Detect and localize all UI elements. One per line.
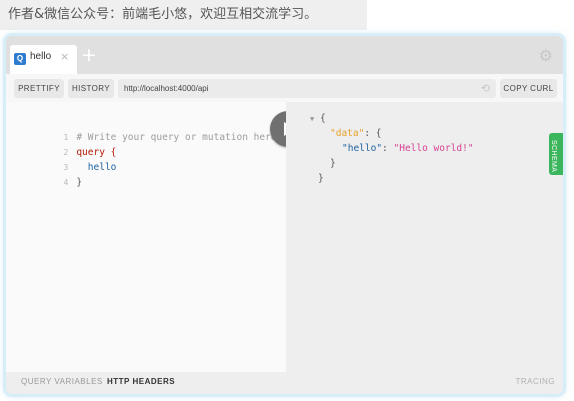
- schema-tab[interactable]: SCHEMA: [549, 133, 563, 175]
- schema-tab-label: SCHEMA: [550, 140, 557, 173]
- copy-curl-button[interactable]: COPY CURL: [500, 79, 557, 98]
- line-number: 4: [63, 178, 69, 187]
- result-hello-value: "Hello world!": [393, 143, 474, 154]
- code-field: hello: [87, 162, 117, 173]
- endpoint-url-text: http://localhost:4000/api: [124, 84, 209, 93]
- code-brace: }: [76, 177, 83, 188]
- query-editor[interactable]: 1 # Write your query or mutation here 2 qu…: [6, 102, 286, 372]
- result-line: ▼ {: [310, 113, 326, 124]
- toolbar: PRETTIFY HISTORY http://localhost:4000/a…: [6, 74, 563, 102]
- result-hello-key: "hello": [342, 143, 383, 154]
- gear-icon[interactable]: ⚙: [539, 46, 553, 65]
- graphql-playground-window: Q hello × + ⚙ PRETTIFY HISTORY http://lo…: [6, 36, 563, 394]
- tab-hello[interactable]: Q hello ×: [10, 45, 77, 74]
- query-variables-tab[interactable]: QUERY VARIABLES: [21, 377, 103, 386]
- prettify-button[interactable]: PRETTIFY: [14, 79, 64, 98]
- result-line: "hello": "Hello world!": [342, 143, 474, 154]
- history-button[interactable]: HISTORY: [68, 79, 114, 98]
- editor-footer: QUERY VARIABLES HTTP HEADERS TRACING: [6, 372, 563, 394]
- tab-label: hello: [30, 51, 52, 62]
- http-headers-tab[interactable]: HTTP HEADERS: [107, 377, 175, 386]
- tracing-tab[interactable]: TRACING: [516, 377, 556, 386]
- tab-bar: Q hello × + ⚙: [6, 36, 563, 74]
- result-line: }: [330, 158, 336, 169]
- query-badge-icon: Q: [14, 53, 26, 65]
- editor-line: 4}: [14, 160, 83, 205]
- reload-schema-icon[interactable]: ⟲: [481, 79, 490, 98]
- result-line: }: [318, 173, 324, 184]
- result-viewer: ▼ { "data": { "hello": "Hello world!" } …: [286, 102, 563, 372]
- endpoint-url-input[interactable]: http://localhost:4000/api ⟲: [118, 79, 496, 98]
- caption-banner: 作者&微信公众号：前端毛小悠，欢迎互相交流学习。: [0, 0, 367, 30]
- result-data-key: "data": [330, 128, 365, 139]
- close-icon[interactable]: ×: [60, 50, 69, 63]
- result-line: "data": {: [330, 128, 382, 139]
- add-tab-icon[interactable]: +: [81, 44, 97, 66]
